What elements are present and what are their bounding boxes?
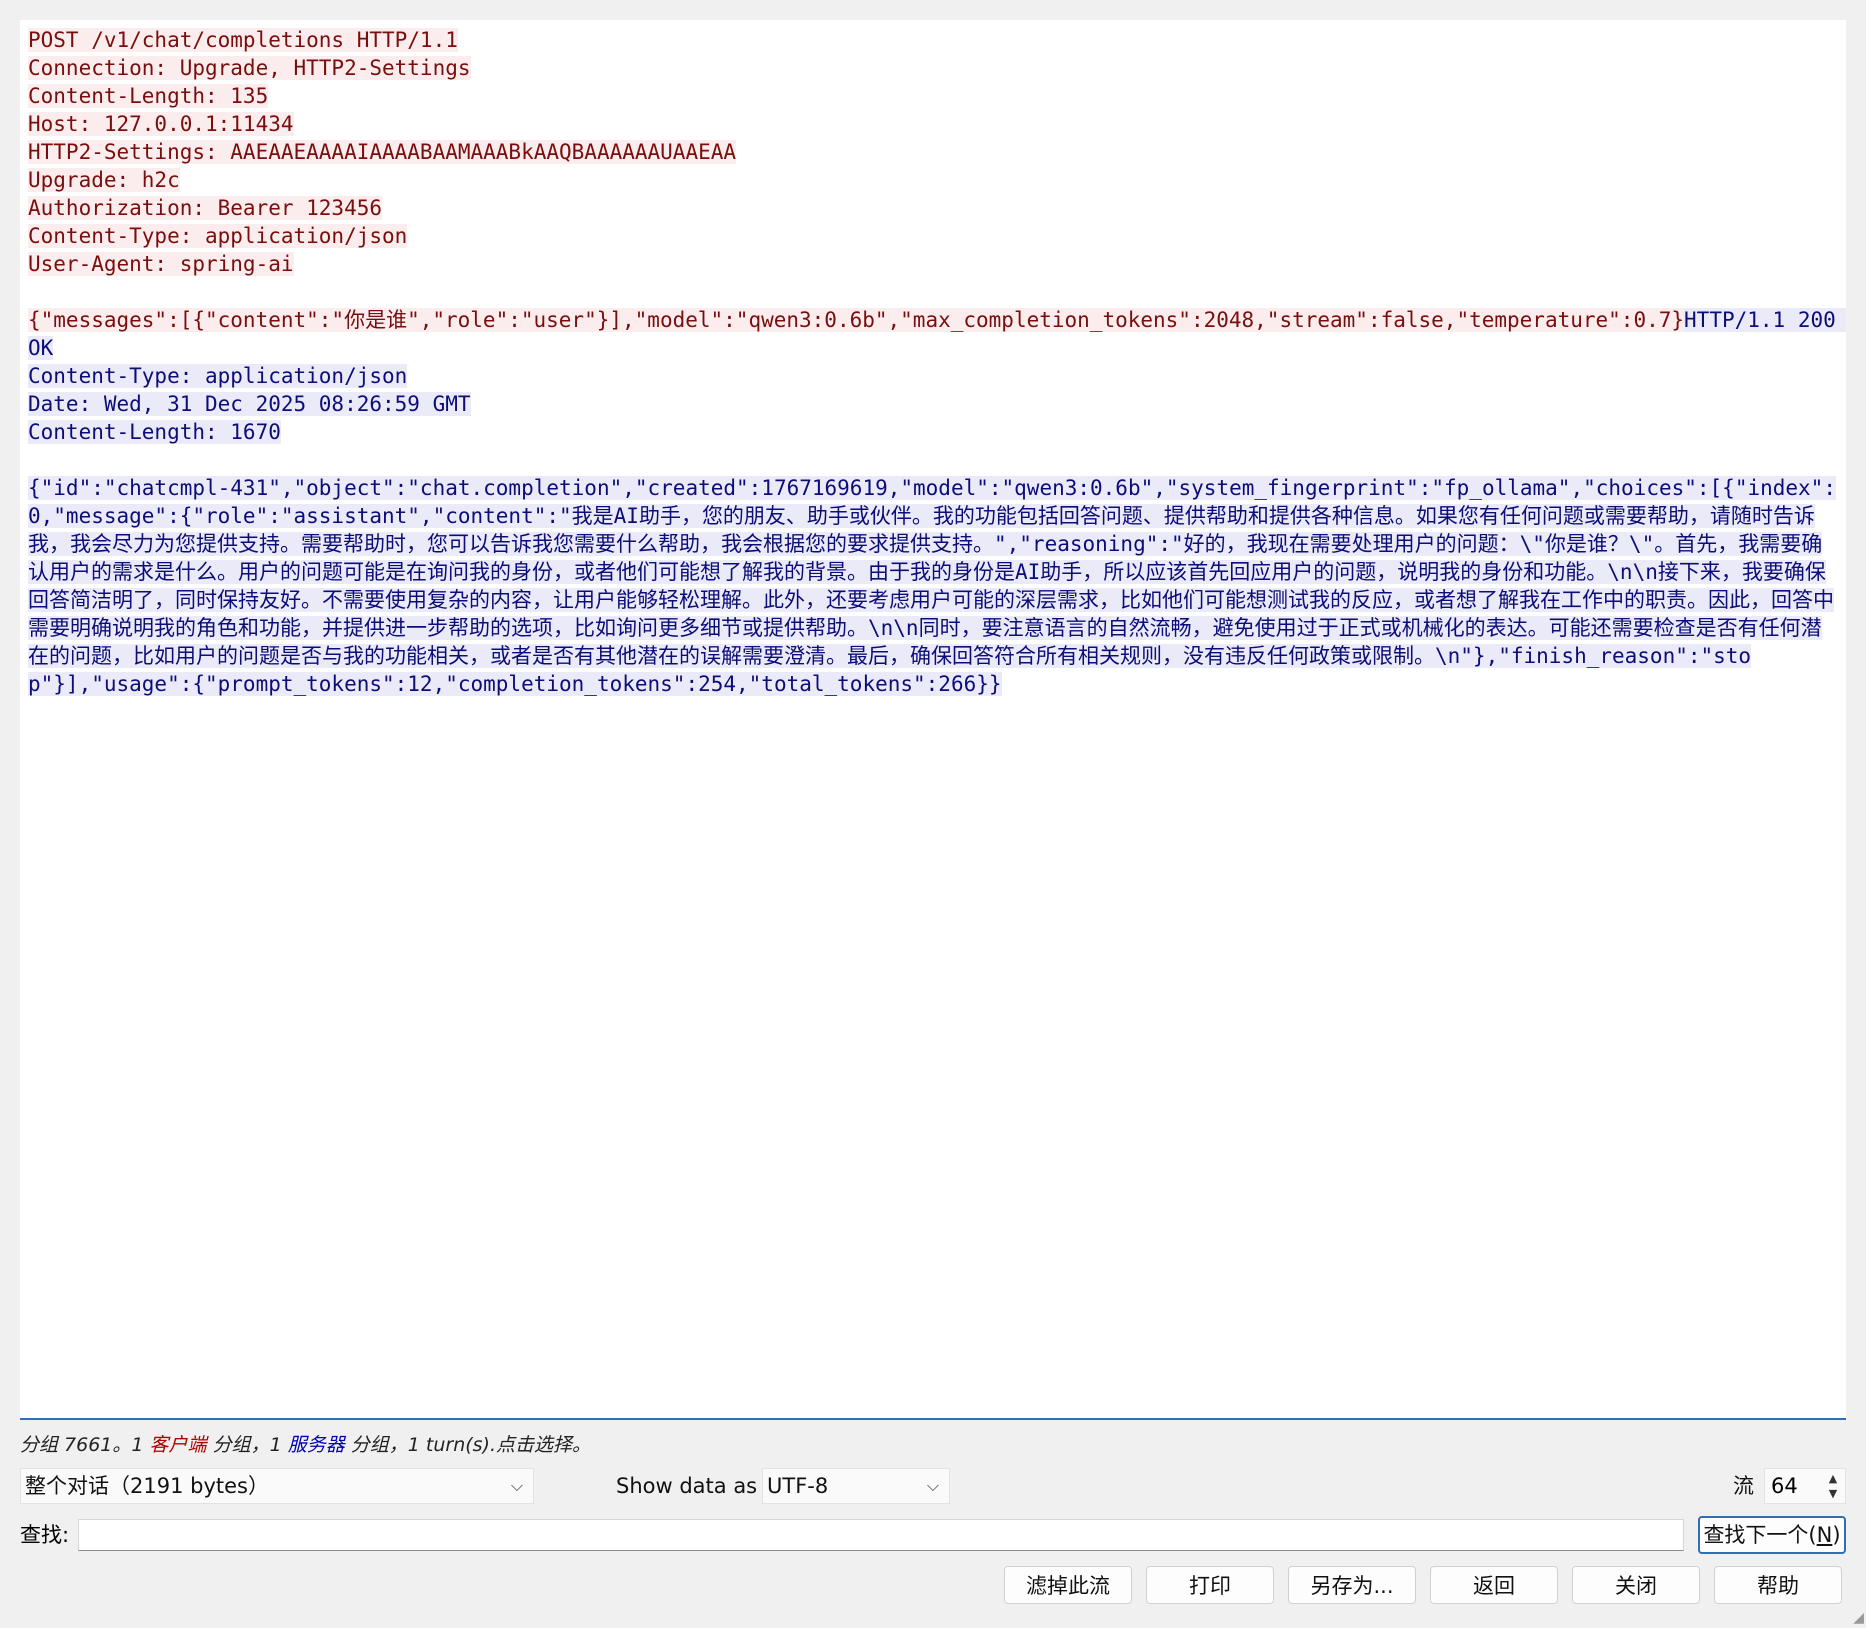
response-header-content-length: Content-Length: 1670 bbox=[28, 420, 281, 444]
conversation-direction-value: 整个对话（2191 bytes） bbox=[25, 1474, 269, 1498]
spin-down-icon[interactable]: ▼ bbox=[1829, 1487, 1837, 1500]
request-header-http2-settings: HTTP2-Settings: AAEAAEAAAAIAAAABAAMAAABk… bbox=[28, 140, 737, 164]
filter-out-stream-button[interactable]: 滤掉此流 bbox=[1004, 1566, 1132, 1604]
show-data-as-label: Show data as bbox=[616, 1474, 758, 1498]
stream-number-value: 64 bbox=[1771, 1474, 1798, 1498]
status-suffix: 分组，1 turn(s).点击选择。 bbox=[344, 1434, 592, 1456]
find-label: 查找: bbox=[20, 1523, 70, 1547]
help-button[interactable]: 帮助 bbox=[1714, 1566, 1842, 1604]
spin-arrows[interactable]: ▲ ▼ bbox=[1825, 1471, 1841, 1501]
stream-text[interactable]: POST /v1/chat/completions HTTP/1.1 Connec… bbox=[28, 26, 1846, 698]
find-next-close: ) bbox=[1832, 1523, 1841, 1547]
find-next-mnemonic: N bbox=[1816, 1523, 1833, 1547]
chevron-down-icon: ⌵ bbox=[510, 1476, 523, 1495]
encoding-select[interactable]: UTF-8 ⌵ bbox=[762, 1468, 950, 1504]
packet-summary-status: 分组 7661。1 客户端 分组，1 服务器 分组，1 turn(s).点击选择… bbox=[20, 1430, 591, 1457]
request-header-connection: Connection: Upgrade, HTTP2-Settings bbox=[28, 56, 471, 80]
response-header-content-type: Content-Type: application/json bbox=[28, 364, 408, 388]
request-header-upgrade: Upgrade: h2c bbox=[28, 168, 180, 192]
response-header-date: Date: Wed, 31 Dec 2025 08:26:59 GMT bbox=[28, 392, 471, 416]
find-next-text: 查找下一个( bbox=[1703, 1523, 1817, 1547]
spin-up-icon[interactable]: ▲ bbox=[1829, 1472, 1837, 1485]
request-header-user-agent: User-Agent: spring-ai bbox=[28, 252, 294, 276]
encoding-value: UTF-8 bbox=[767, 1474, 829, 1498]
stream-label: 流 bbox=[1733, 1474, 1754, 1498]
request-header-content-length: Content-Length: 135 bbox=[28, 84, 269, 108]
find-next-button[interactable]: 查找下一个(N) bbox=[1698, 1516, 1846, 1554]
status-server-word: 服务器 bbox=[287, 1434, 345, 1456]
conversation-direction-select[interactable]: 整个对话（2191 bytes） ⌵ bbox=[20, 1468, 534, 1504]
response-body: {"id":"chatcmpl-431","object":"chat.comp… bbox=[28, 476, 1836, 696]
chevron-down-icon: ⌵ bbox=[926, 1476, 939, 1495]
find-row: 查找: 查找下一个(N) bbox=[20, 1516, 1846, 1554]
request-header-content-type: Content-Type: application/json bbox=[28, 224, 408, 248]
stream-number-spinbox[interactable]: 64 ▲ ▼ bbox=[1764, 1468, 1846, 1504]
dialog-button-row: 滤掉此流 打印 另存为... 返回 关闭 帮助 bbox=[1004, 1566, 1846, 1604]
request-header-authorization: Authorization: Bearer 123456 bbox=[28, 196, 383, 220]
stream-content-view[interactable]: POST /v1/chat/completions HTTP/1.1 Connec… bbox=[20, 20, 1846, 1420]
request-line: POST /v1/chat/completions HTTP/1.1 bbox=[28, 28, 458, 52]
status-client-word: 客户端 bbox=[149, 1434, 207, 1456]
status-mid: 分组，1 bbox=[206, 1434, 288, 1456]
resize-grip-icon[interactable]: ◢ bbox=[1853, 1610, 1864, 1626]
request-header-host: Host: 127.0.0.1:11434 bbox=[28, 112, 294, 136]
status-prefix: 分组 7661。1 bbox=[20, 1434, 150, 1456]
display-controls: 整个对话（2191 bytes） ⌵ Show data as UTF-8 ⌵ … bbox=[20, 1468, 1846, 1504]
save-as-button[interactable]: 另存为... bbox=[1288, 1566, 1416, 1604]
request-body: {"messages":[{"content":"你是谁","role":"us… bbox=[28, 308, 1685, 332]
back-button[interactable]: 返回 bbox=[1430, 1566, 1558, 1604]
print-button[interactable]: 打印 bbox=[1146, 1566, 1274, 1604]
find-input[interactable] bbox=[78, 1519, 1684, 1551]
close-button[interactable]: 关闭 bbox=[1572, 1566, 1700, 1604]
